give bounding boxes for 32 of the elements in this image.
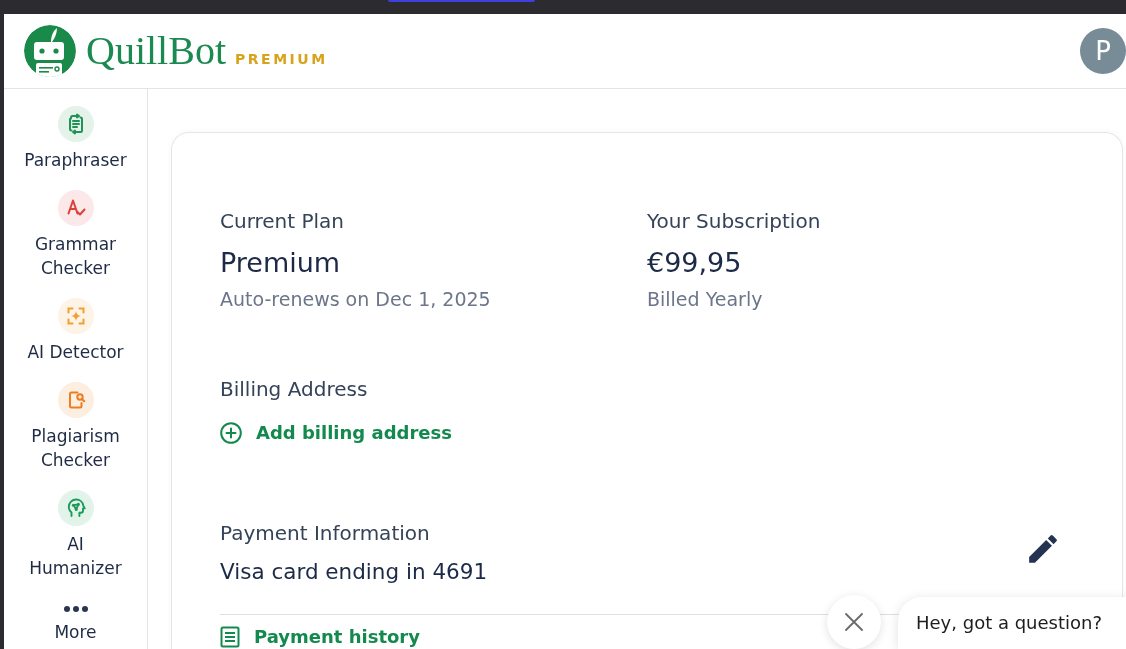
- logo-wordmark: QuillBot: [86, 27, 227, 75]
- sidebar-item[interactable]: Grammar Checker: [17, 190, 134, 280]
- add-billing-address-link[interactable]: Add billing address: [220, 422, 452, 444]
- field-label: Your Subscription: [647, 208, 822, 234]
- sidebar-item[interactable]: More: [50, 598, 101, 644]
- chat-prompt[interactable]: Hey, got a question?: [898, 597, 1126, 649]
- letter-check-icon: [57, 190, 94, 226]
- field-label: Current Plan: [220, 208, 346, 234]
- field-label: Billing Address: [220, 376, 369, 402]
- robot-logo: [24, 25, 76, 77]
- premium-label: PREMIUM: [235, 50, 328, 69]
- payment-history-link[interactable]: Payment history: [220, 626, 420, 648]
- field-value: €99,95: [647, 246, 743, 280]
- sidebar-item[interactable]: AI Humanizer: [17, 490, 134, 580]
- sidebar-item[interactable]: AI Detector: [23, 298, 128, 364]
- document-search-icon: [57, 382, 94, 418]
- sidebar-item[interactable]: Paraphraser: [20, 106, 131, 172]
- field-note: Auto-renews on Dec 1, 2025: [220, 287, 492, 312]
- sparkle-frame-icon: [57, 298, 94, 334]
- field-value: Visa card ending in 4691: [220, 558, 488, 586]
- close-icon: [845, 613, 863, 631]
- head-network-icon: [57, 490, 94, 526]
- field-label: Payment Information: [220, 520, 431, 546]
- document-arrows-icon: [57, 106, 94, 142]
- field-value: Premium: [220, 246, 342, 280]
- list-icon: [220, 626, 240, 648]
- pencil-icon[interactable]: [1029, 535, 1057, 563]
- avatar[interactable]: P: [1080, 28, 1126, 74]
- plus-circle-icon: [220, 422, 242, 444]
- sidebar-item[interactable]: Plagiarism Checker: [17, 382, 134, 472]
- more-icon: [63, 606, 88, 612]
- field-note: Billed Yearly: [647, 287, 764, 312]
